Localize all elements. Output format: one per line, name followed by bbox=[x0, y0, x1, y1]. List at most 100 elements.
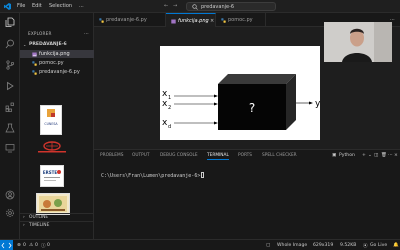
chevron-down-icon[interactable]: ⌄ bbox=[368, 153, 372, 158]
run-debug-icon[interactable] bbox=[5, 81, 15, 91]
tab-funkcija-png[interactable]: funkcija.png × bbox=[166, 13, 216, 27]
file-name: pomoc.py bbox=[39, 60, 64, 66]
menu-selection[interactable]: Selection bbox=[49, 3, 72, 9]
explorer-title: EXPLORER bbox=[28, 31, 52, 36]
file-name: predavanje-6.py bbox=[39, 69, 80, 75]
go-live-icon: ⦿ bbox=[363, 243, 368, 249]
forward-arrow-icon[interactable]: → bbox=[173, 3, 177, 9]
new-terminal-plus-icon[interactable]: + bbox=[362, 153, 366, 158]
file-funkcija-png[interactable]: funkcija.png bbox=[20, 50, 94, 58]
outline-section[interactable]: › OUTLINE bbox=[20, 213, 94, 221]
tab-pomoc-py[interactable]: pomoc.py bbox=[216, 13, 266, 27]
close-icon[interactable]: × bbox=[210, 18, 214, 24]
back-arrow-icon[interactable]: ← bbox=[164, 3, 168, 9]
menu-file[interactable]: File bbox=[17, 3, 25, 9]
timeline-section[interactable]: › TIMELINE bbox=[20, 221, 94, 229]
terminal-python-icon: ▣ bbox=[332, 153, 337, 158]
python-file-icon bbox=[32, 69, 37, 75]
image-size-mode[interactable]: Whole Image bbox=[277, 243, 307, 248]
tab-label: pomoc.py bbox=[228, 17, 253, 23]
image-file-icon bbox=[32, 52, 37, 56]
folder-predavanje-6[interactable]: ⌄ PREDAVANJE-6 bbox=[20, 41, 94, 49]
tab-label: predavanje-6.py bbox=[106, 17, 147, 23]
remote-indicator-button[interactable] bbox=[0, 240, 13, 250]
panel-tab-debug-console[interactable]: DEBUG CONSOLE bbox=[160, 153, 198, 158]
info-count[interactable]: 0 bbox=[47, 243, 50, 248]
warning-count[interactable]: 0 bbox=[35, 243, 38, 248]
python-file-icon bbox=[32, 60, 37, 66]
errors-icon: ⊗ bbox=[17, 242, 21, 248]
go-live-button[interactable]: Go Live bbox=[370, 243, 387, 248]
image-size-mode-icon: ▢ bbox=[266, 242, 271, 248]
sponsor-logo-cunesa: CUNESA bbox=[40, 105, 62, 135]
explorer-more-actions[interactable]: ... bbox=[84, 30, 89, 36]
remote-explorer-icon[interactable] bbox=[5, 143, 15, 153]
webcam-overlay bbox=[324, 22, 392, 62]
vscode-logo-icon bbox=[4, 3, 11, 10]
notifications-bell-icon[interactable]: 🔔 bbox=[393, 243, 399, 248]
black-box-diagram: ? x 1 x 2 x d y bbox=[162, 74, 321, 130]
files-icon[interactable] bbox=[5, 17, 15, 27]
tab-predavanje-6-py[interactable]: predavanje-6.py bbox=[94, 13, 166, 27]
image-file-size: 9.52KB bbox=[340, 242, 357, 248]
sponsor-logo-red bbox=[34, 140, 70, 154]
bottom-panel: PROBLEMS OUTPUT DEBUG CONSOLE TERMINAL P… bbox=[94, 149, 400, 239]
menu-more[interactable]: ... bbox=[79, 3, 84, 9]
image-dimensions: 629x319 bbox=[313, 242, 334, 248]
chevron-down-icon: ⌄ bbox=[23, 42, 27, 47]
python-file-icon bbox=[99, 17, 104, 23]
panel-tab-problems[interactable]: PROBLEMS bbox=[100, 153, 123, 158]
error-count[interactable]: 0 bbox=[23, 243, 26, 248]
search-text: predavanje-6 bbox=[201, 4, 235, 10]
testing-icon[interactable] bbox=[5, 123, 15, 133]
image-preview: ? x 1 x 2 x d y bbox=[160, 46, 321, 140]
info-icon: ⓘ bbox=[41, 243, 46, 249]
menu-edit[interactable]: Edit bbox=[32, 3, 42, 9]
terminal-output[interactable]: C:\Users\Fran\Lumen\predavanje-6> bbox=[101, 172, 205, 179]
input-x1-subscript: 1 bbox=[168, 95, 171, 101]
command-center-search[interactable]: predavanje-6 bbox=[186, 2, 276, 11]
terminal-kind-label[interactable]: Python bbox=[339, 153, 355, 158]
box-question-mark: ? bbox=[249, 101, 255, 115]
more-actions-icon[interactable]: ⋯ bbox=[388, 153, 393, 158]
panel-tab-ports[interactable]: PORTS bbox=[238, 153, 252, 158]
terminal-cursor bbox=[201, 172, 205, 178]
folder-name: PREDAVANJE-6 bbox=[29, 42, 67, 47]
file-pomoc-py[interactable]: pomoc.py bbox=[20, 59, 94, 67]
warning-icon: ⚠ bbox=[29, 242, 34, 248]
python-file-icon bbox=[221, 17, 226, 23]
remote-icon bbox=[1, 242, 12, 249]
sponsor-logo-erste: ERSTE bbox=[40, 165, 64, 187]
panel-tab-output[interactable]: OUTPUT bbox=[132, 153, 150, 158]
outline-label: OUTLINE bbox=[29, 215, 49, 220]
erste-logo-icon: ERSTE bbox=[43, 170, 61, 181]
search-icon[interactable] bbox=[5, 39, 15, 49]
panel-tab-spell-checker[interactable]: SPELL CHECKER bbox=[262, 153, 297, 158]
status-bar: ⊗ 0 ⚠ 0 ⓘ 0 ▢ Whole Image 629x319 9.52KB… bbox=[0, 239, 400, 250]
terminal-prompt: C:\Users\Fran\Lumen\predavanje-6> bbox=[101, 173, 201, 179]
panel-tab-terminal[interactable]: TERMINAL bbox=[207, 153, 229, 158]
sponsor-logo-cartoon bbox=[36, 193, 70, 215]
input-xd-subscript: d bbox=[168, 124, 171, 130]
file-predavanje-6-py[interactable]: predavanje-6.py bbox=[20, 68, 94, 76]
extensions-icon[interactable] bbox=[5, 102, 15, 112]
cunesa-label: CUNESA bbox=[44, 122, 58, 126]
tab-label: funkcija.png bbox=[178, 18, 209, 24]
split-terminal-icon[interactable]: ◫ bbox=[374, 153, 378, 158]
timeline-label: TIMELINE bbox=[29, 223, 50, 228]
erste-label: ERSTE bbox=[43, 170, 57, 175]
title-bar: File Edit Selection ... ← → predavanje-6 bbox=[0, 0, 400, 13]
trash-icon[interactable]: 🗑 bbox=[381, 153, 387, 158]
box-top-face bbox=[218, 74, 296, 84]
activity-bar bbox=[0, 13, 20, 239]
output-y-label: y bbox=[315, 99, 320, 109]
source-control-icon[interactable] bbox=[5, 60, 15, 70]
settings-gear-icon[interactable] bbox=[5, 208, 15, 218]
active-tab-indicator bbox=[207, 159, 229, 160]
chevron-right-icon: › bbox=[23, 215, 25, 220]
image-file-icon bbox=[171, 19, 176, 23]
account-icon[interactable] bbox=[5, 190, 15, 200]
input-x2-subscript: 2 bbox=[168, 105, 171, 111]
close-panel-icon[interactable]: × bbox=[394, 153, 398, 158]
presenter-video-icon bbox=[324, 22, 392, 62]
